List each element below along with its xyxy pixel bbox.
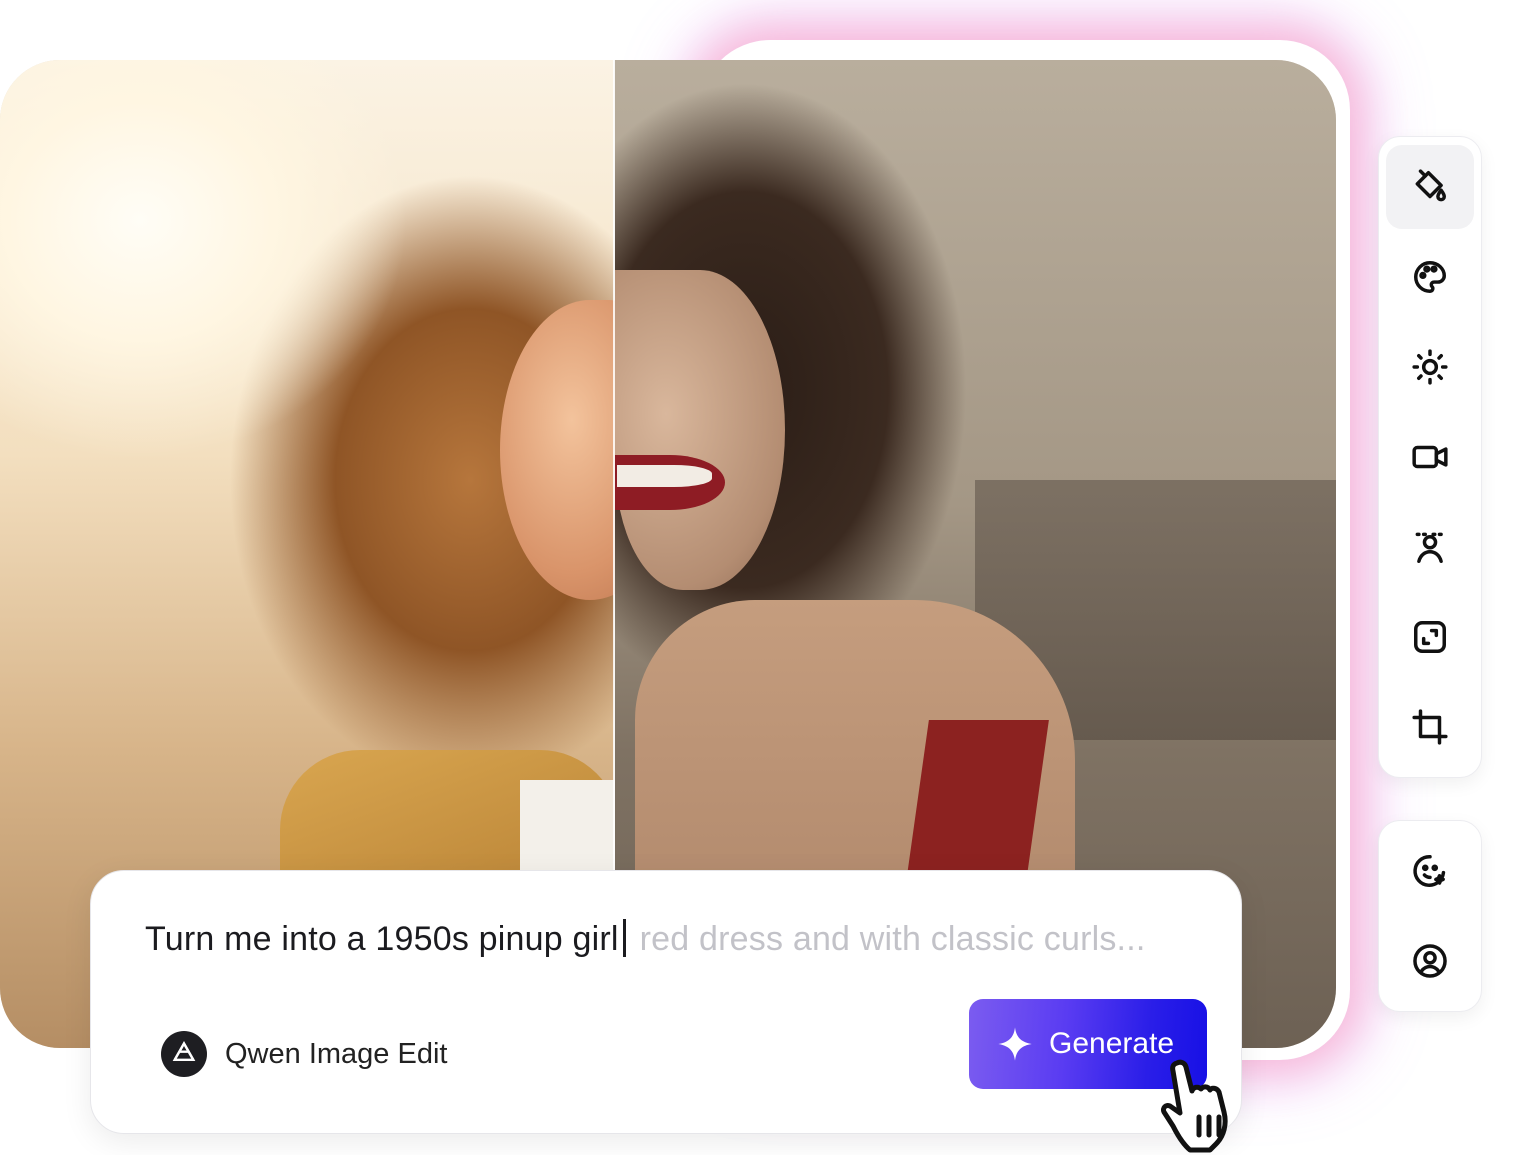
prompt-panel: Turn me into a 1950s pinup girl red dress… [90,870,1242,1134]
prompt-input[interactable]: Turn me into a 1950s pinup girl red dress… [145,919,1146,959]
tool-video[interactable] [1386,415,1474,499]
prompt-suggestion: red dress and with classic curls... [639,920,1146,958]
model-name: Qwen Image Edit [225,1037,448,1070]
person-background-icon [1415,532,1445,563]
resize-icon [1414,621,1446,653]
tool-palette[interactable] [1386,235,1474,319]
hand-pointer-icon [1161,1059,1228,1153]
user-circle-icon [1413,944,1447,978]
prompt-typed-text: Turn me into a 1950s pinup girl [145,920,619,958]
model-selector[interactable]: Qwen Image Edit [161,1031,447,1077]
tool-resize[interactable] [1386,595,1474,679]
tool-brightness[interactable] [1386,325,1474,409]
tool-face-enhance[interactable] [1386,829,1474,913]
tools-toolbar [1378,136,1482,778]
tool-avatar[interactable] [1386,919,1474,1003]
face-sparkle-icon [1413,855,1446,887]
video-icon [1412,445,1448,469]
tool-paint-bucket[interactable] [1386,145,1474,229]
tool-crop[interactable] [1386,685,1474,769]
sparkle-icon [998,1027,1032,1061]
tool-remove-background[interactable] [1386,505,1474,589]
brightness-icon [1412,349,1448,385]
crop-icon [1412,709,1448,745]
paint-bucket-icon [1415,169,1446,202]
qwen-logo-icon [161,1031,207,1077]
text-caret [622,919,626,957]
secondary-toolbar [1378,820,1482,1012]
palette-icon [1414,261,1446,293]
